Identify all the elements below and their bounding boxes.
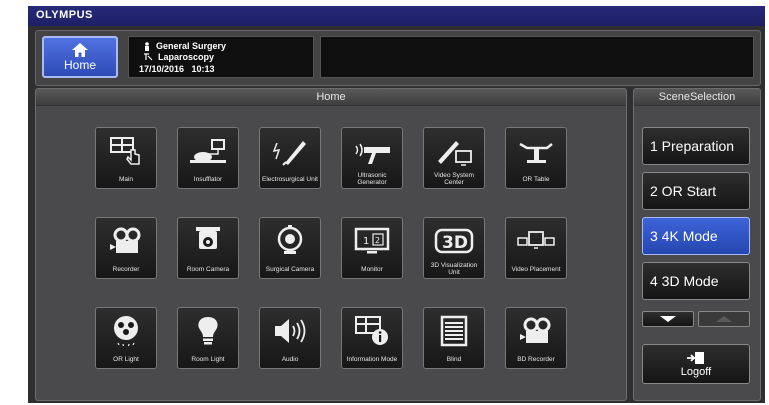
tile-label: Electrosurgical Unit [262,175,318,183]
video-system-icon [438,141,472,166]
home-button[interactable]: Home [42,36,118,78]
tile-audio[interactable]: Audio [259,307,321,369]
svg-text:3D: 3D [442,233,468,253]
tile-video-placement[interactable]: Video Placement [505,217,567,279]
tile-label: Room Camera [186,265,230,273]
room-camera-icon [196,227,220,249]
scene-selection-panel: SceneSelection 1 Preparation 2 OR Start … [633,88,761,401]
tile-label: Monitor [361,265,383,273]
tile-3d-visualization-unit[interactable]: 3D 3D Visualization Unit [423,217,485,279]
tile-electrosurgical-unit[interactable]: Electrosurgical Unit [259,127,321,189]
tile-label: Video System Center [434,172,474,186]
svg-text:2: 2 [375,236,380,245]
tile-label: OR Light [113,355,139,363]
brand-bar: OLYMPUS [28,6,765,26]
tile-ultrasonic-generator[interactable]: Ultrasonic Generator [341,127,403,189]
tile-label: Blind [446,355,462,363]
laparoscope-icon [144,53,153,61]
scene-button-3d-mode[interactable]: 4 3D Mode [642,262,750,300]
electrosurgical-icon [272,141,306,166]
logoff-label: Logoff [680,366,712,378]
tile-label: 3D Visualization Unit [430,262,478,276]
scroll-up-button[interactable] [698,311,750,327]
surgical-camera-icon [277,225,303,254]
tile-or-light[interactable]: OR Light [95,307,157,369]
datetime-text: 17/10/2016 10:13 [139,64,215,74]
tile-or-table[interactable]: OR Table [505,127,567,189]
tile-surgical-camera[interactable]: Surgical Camera [259,217,321,279]
home-panel: Home Main Insufflator Electrosurgical Un… [35,88,627,401]
blind-icon [440,315,468,347]
logoff-button[interactable]: Logoff [642,344,750,384]
tile-label: Video Placement [511,265,561,273]
3d-icon: 3D [434,228,474,254]
tile-monitor[interactable]: 1 2 Monitor [341,217,403,279]
home-icon [72,43,88,57]
bd-recorder-icon [520,317,551,343]
tile-insufflator[interactable]: Insufflator [177,127,239,189]
procedure-text: Laparoscopy [158,52,215,62]
tile-blind[interactable]: Blind [423,307,485,369]
tile-recorder[interactable]: Recorder [95,217,157,279]
tile-information-mode[interactable]: Information Mode [341,307,403,369]
home-button-label: Home [63,58,96,72]
tile-label: Surgical Camera [265,265,315,273]
tile-room-light[interactable]: Room Light [177,307,239,369]
tile-label: Recorder [112,265,140,273]
scene-button-preparation[interactable]: 1 Preparation [642,127,750,165]
or-table-icon [519,142,553,163]
insufflator-icon [190,139,226,163]
tile-label: OR Table [522,175,550,183]
message-area [320,36,754,78]
speaker-icon [275,319,306,343]
scene-panel-title: SceneSelection [634,89,760,106]
figure-code: 16117 [0,320,22,400]
scene-button-4k-mode[interactable]: 3 4K Mode [642,217,750,255]
top-bar: Home General Surgery Laparoscopy 17/10/2… [35,30,761,86]
svg-text:1: 1 [363,236,369,247]
tile-label: Main [118,175,134,183]
tile-room-camera[interactable]: Room Camera [177,217,239,279]
bulb-icon [198,317,218,345]
person-icon [145,41,149,51]
tile-label: Ultrasonic Generator [357,172,387,186]
tile-label: Information Mode [346,355,398,363]
recorder-icon [110,227,141,253]
tile-label: Audio [281,355,299,363]
or-light-icon [114,316,138,347]
tile-label: Room Light [191,355,225,363]
triangle-up-icon [716,316,732,322]
tile-main[interactable]: Main [95,127,157,189]
logoff-icon [687,352,704,364]
department-text: General Surgery [156,41,227,51]
home-panel-title: Home [36,89,626,106]
scroll-down-button[interactable] [642,311,694,327]
app-window: OLYMPUS Home General Surgery Laparoscopy [28,6,765,403]
tile-video-system-center[interactable]: Video System Center [423,127,485,189]
grid-hand-icon [110,137,140,165]
procedure-info: General Surgery Laparoscopy 17/10/2016 1… [128,36,314,78]
ultrasonic-icon [355,143,390,164]
brand-logo: OLYMPUS [36,9,93,21]
monitor-icon: 1 2 [354,227,390,254]
tile-bd-recorder[interactable]: BD Recorder [505,307,567,369]
video-placement-icon [517,231,555,249]
triangle-down-icon [660,316,676,322]
info-icon [355,316,388,345]
scene-button-or-start[interactable]: 2 OR Start [642,172,750,210]
tile-label: Insufflator [193,175,223,183]
tile-label: BD Recorder [517,355,555,363]
